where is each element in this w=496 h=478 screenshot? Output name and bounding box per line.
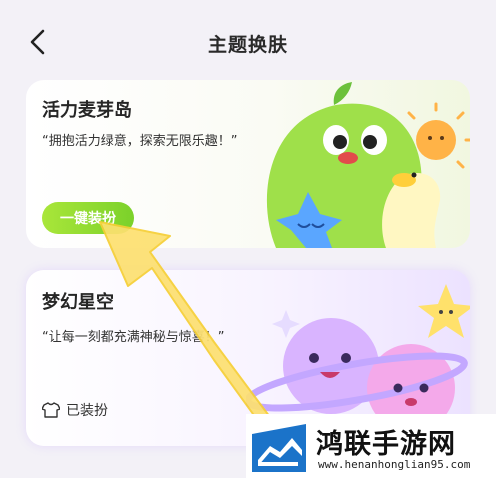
theme-name: 梦幻星空 (42, 292, 114, 313)
top-bar: 主题换肤 (0, 0, 496, 80)
watermark-url: www.henanhonglian95.com (318, 458, 471, 471)
site-watermark: 鸿联手游网 www.henanhonglian95.com (246, 414, 496, 478)
theme-slogan: “让每一刻都充满神秘与惊喜！” (42, 330, 225, 345)
malt-mascot-illustration (266, 82, 470, 248)
watermark-site-name: 鸿联手游网 (316, 429, 456, 460)
shirt-icon (42, 402, 60, 418)
theme-slogan: “拥抱活力绿意，探索无限乐趣！” (42, 134, 238, 149)
apply-theme-button[interactable]: 一键装扮 (42, 202, 134, 234)
theme-equipped-status: 已装扮 (42, 400, 108, 420)
theme-card-green[interactable]: 活力麦芽岛 “拥抱活力绿意，探索无限乐趣！” 一键装扮 (26, 80, 470, 248)
watermark-logo-icon (252, 420, 306, 472)
page-title: 主题换肤 (207, 34, 288, 56)
equipped-label: 已装扮 (66, 403, 108, 419)
theme-name: 活力麦芽岛 (42, 100, 132, 121)
